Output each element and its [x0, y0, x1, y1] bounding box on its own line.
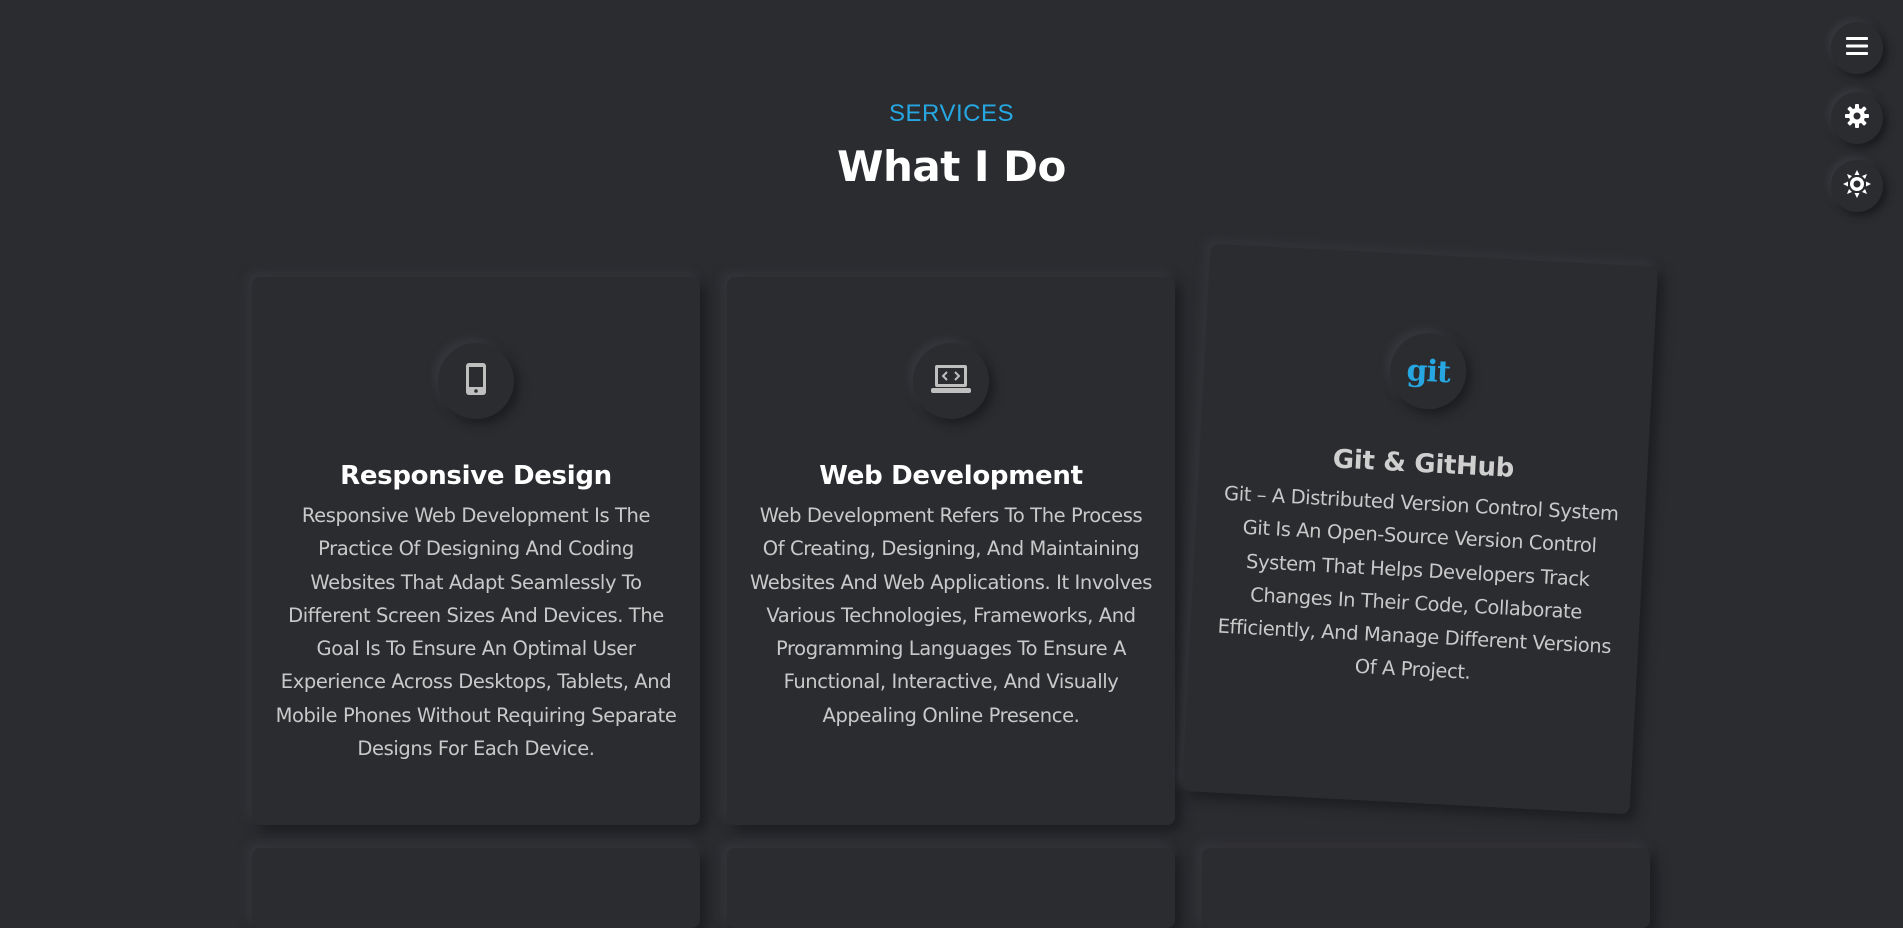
service-card [252, 848, 700, 928]
laptop-code-icon [930, 363, 972, 399]
service-description: Git – A Distributed Version Control Syst… [1217, 481, 1620, 685]
service-card-git-github: git Git & GitHub Git – A Distributed Ver… [1181, 243, 1659, 815]
git-logo-icon: git [1405, 352, 1451, 390]
gear-icon [1844, 103, 1870, 133]
service-icon-container [438, 343, 514, 419]
service-card [1202, 848, 1650, 928]
service-title: Web Development [819, 461, 1083, 491]
scrollbar[interactable] [1899, 0, 1903, 897]
sun-icon [1843, 170, 1871, 202]
service-icon-container: git [1388, 331, 1469, 412]
service-card-web-development: Web Development Web Development Refers T… [727, 277, 1175, 825]
service-description: Responsive Web Development Is The Practi… [275, 504, 677, 761]
service-card-responsive-design: Responsive Design Responsive Web Develop… [252, 277, 700, 825]
section-title: What I Do [837, 142, 1066, 191]
hamburger-menu-icon [1846, 36, 1868, 60]
section-kicker: SERVICES [889, 100, 1014, 127]
service-description: Web Development Refers To The Process Of… [749, 504, 1153, 727]
theme-toggle-button[interactable] [1831, 160, 1883, 212]
menu-button[interactable] [1831, 22, 1883, 74]
service-title: Responsive Design [340, 461, 612, 491]
mobile-phone-icon [465, 362, 487, 400]
service-icon-container [913, 343, 989, 419]
settings-button[interactable] [1831, 92, 1883, 144]
service-card [727, 848, 1175, 928]
